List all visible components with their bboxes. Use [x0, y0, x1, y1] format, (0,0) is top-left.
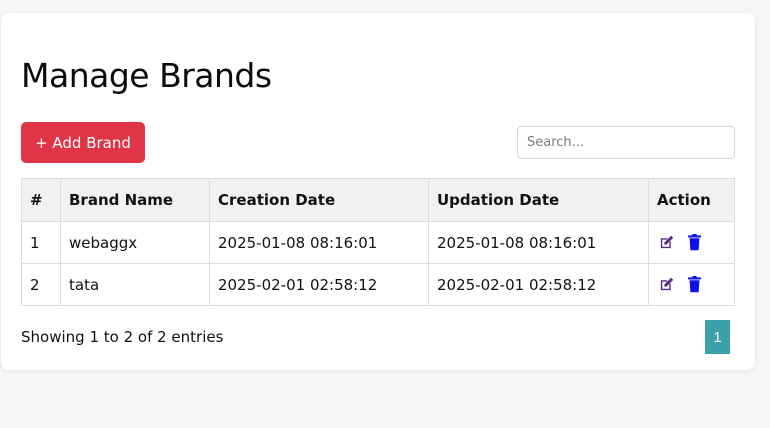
column-header-updation-date[interactable]: Updation Date [428, 178, 649, 222]
brand-name-cell: webaggx [60, 221, 210, 264]
search-input[interactable] [517, 126, 735, 159]
action-cell [648, 221, 735, 264]
table-header-row: # Brand Name Creation Date Updation Date… [21, 178, 735, 222]
action-cell [648, 263, 735, 306]
edit-icon[interactable] [657, 276, 675, 294]
trash-icon[interactable] [685, 276, 703, 294]
updation-date-cell: 2025-01-08 08:16:01 [428, 221, 649, 264]
table-row: 1 webaggx 2025-01-08 08:16:01 2025-01-08… [21, 221, 735, 264]
page-title: Manage Brands [21, 56, 272, 95]
row-index: 2 [21, 263, 61, 306]
brand-name-cell: tata [60, 263, 210, 306]
creation-date-cell: 2025-01-08 08:16:01 [209, 221, 429, 264]
row-index: 1 [21, 221, 61, 264]
pagination-page-1-button[interactable]: 1 [705, 320, 730, 354]
trash-icon[interactable] [685, 234, 703, 252]
column-header-action: Action [648, 178, 735, 222]
column-header-brand-name[interactable]: Brand Name [60, 178, 210, 222]
add-brand-button[interactable]: + Add Brand [21, 122, 145, 163]
updation-date-cell: 2025-02-01 02:58:12 [428, 263, 649, 306]
edit-icon[interactable] [657, 234, 675, 252]
table-row: 2 tata 2025-02-01 02:58:12 2025-02-01 02… [21, 263, 735, 306]
column-header-index[interactable]: # [21, 178, 61, 222]
creation-date-cell: 2025-02-01 02:58:12 [209, 263, 429, 306]
brands-table: # Brand Name Creation Date Updation Date… [21, 178, 735, 306]
table-info-text: Showing 1 to 2 of 2 entries [21, 328, 224, 346]
column-header-creation-date[interactable]: Creation Date [209, 178, 429, 222]
